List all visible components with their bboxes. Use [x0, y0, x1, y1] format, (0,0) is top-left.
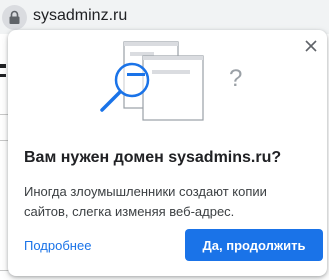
dialog-body: Иногда злоумышленники создают копии сайт… — [24, 184, 267, 219]
background-page-fragment — [0, 64, 6, 68]
address-bar[interactable]: sysadminz.ru — [0, 0, 329, 34]
url-text[interactable]: sysadminz.ru — [33, 7, 127, 25]
dialog-title: Вам нужен домен sysadmins.ru? — [24, 149, 282, 166]
illustration: ? — [100, 41, 242, 121]
close-button[interactable] — [301, 36, 321, 56]
lock-icon — [9, 10, 20, 24]
lookalike-warning-dialog: ? Вам нужен домен sysadmins.ru? Иногда з… — [8, 30, 327, 276]
background-page-fragment — [0, 74, 6, 77]
close-icon — [305, 40, 317, 52]
site-info-button[interactable] — [2, 5, 27, 30]
question-mark: ? — [229, 65, 242, 92]
front-page-illustration — [142, 55, 204, 121]
continue-button[interactable]: Да, продолжить — [185, 229, 323, 261]
learn-more-link[interactable]: Подробнее — [24, 238, 91, 253]
